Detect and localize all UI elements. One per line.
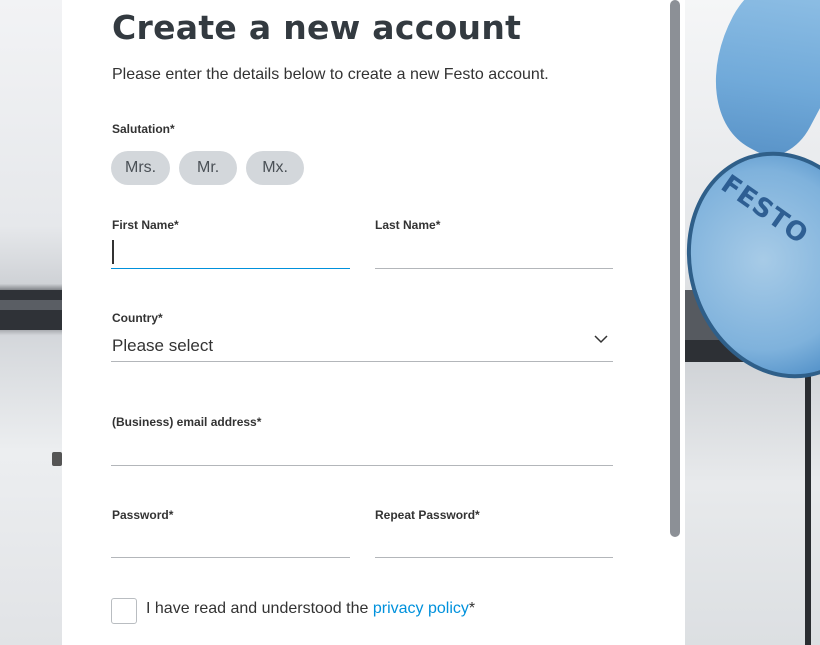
privacy-policy-link[interactable]: privacy policy	[373, 600, 469, 617]
last-name-label: Last Name*	[375, 218, 441, 232]
background-blue-fin	[685, 0, 820, 169]
password-label: Password*	[112, 508, 174, 522]
background-photo-right: FESTO	[685, 0, 820, 645]
registration-card: Create a new account Please enter the de…	[62, 0, 685, 645]
salutation-mx-button[interactable]: Mx.	[246, 151, 305, 185]
country-select[interactable]: Please select	[112, 336, 213, 356]
privacy-policy-consent: I have read and understood the privacy p…	[146, 600, 475, 618]
email-label: (Business) email address*	[112, 415, 262, 429]
salutation-group: Mrs. Mr. Mx.	[111, 151, 305, 185]
consent-required-mark: *	[468, 600, 476, 617]
consent-text: I have read and understood the	[146, 600, 373, 617]
page-subtitle: Please enter the details below to create…	[112, 66, 549, 83]
repeat-password-field[interactable]	[375, 557, 613, 558]
text-cursor	[112, 240, 114, 264]
scrollbar-thumb[interactable]	[670, 0, 680, 537]
email-field[interactable]	[111, 465, 613, 466]
background-pole	[805, 360, 811, 645]
password-field[interactable]	[111, 557, 350, 558]
country-field-underline	[111, 361, 613, 362]
repeat-password-label: Repeat Password*	[375, 508, 480, 522]
chevron-down-icon[interactable]	[594, 332, 608, 346]
background-blue-disc	[685, 126, 820, 404]
background-photo-left	[0, 0, 62, 645]
salutation-label: Salutation*	[112, 122, 175, 136]
salutation-mr-button[interactable]: Mr.	[179, 151, 238, 185]
country-label: Country*	[112, 311, 163, 325]
salutation-mrs-button[interactable]: Mrs.	[111, 151, 171, 185]
background-shelf-edge	[0, 300, 62, 310]
first-name-label: First Name*	[112, 218, 179, 232]
privacy-policy-checkbox[interactable]	[111, 598, 137, 624]
last-name-field[interactable]	[375, 268, 613, 269]
background-shelf	[0, 290, 62, 330]
page-title: Create a new account	[112, 8, 522, 47]
first-name-field[interactable]	[111, 268, 350, 269]
background-object	[52, 452, 62, 466]
